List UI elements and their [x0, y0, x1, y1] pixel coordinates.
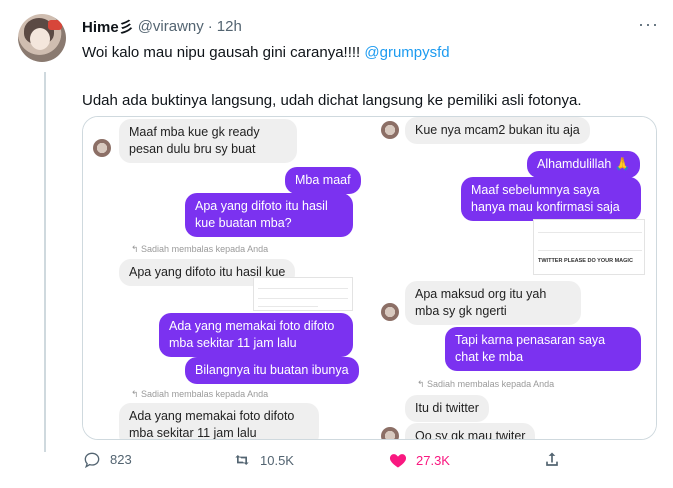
share-icon [546, 452, 558, 466]
retweet-icon [235, 455, 249, 465]
reply-note: ↰ Sadiah membalas kepada Anda [131, 244, 269, 254]
tweet-header: Hime彡 @virawny · 12h [82, 16, 242, 36]
thread-line [44, 72, 46, 452]
more-options-icon[interactable]: ··· [638, 14, 659, 35]
screenshot-caption: TWITTER PLEASE DO YOUR MAGIC [538, 258, 633, 264]
heart-icon [389, 454, 407, 468]
chat-avatar [381, 427, 399, 439]
tweet-actions: 823 10.5K 27.3K [82, 444, 582, 484]
chat-message: Itu di twitter [405, 395, 489, 422]
tweet-time[interactable]: 12h [217, 18, 242, 35]
avatar-face [30, 28, 50, 50]
author-name[interactable]: Hime彡 [82, 16, 134, 37]
media-attachment[interactable]: Maaf mba kue gk ready pesan dulu bru sy … [82, 116, 657, 440]
chat-screenshot-left: Maaf mba kue gk ready pesan dulu bru sy … [83, 117, 373, 439]
chat-message: Mba maaf [285, 167, 361, 194]
like-button[interactable]: 27.3K [388, 450, 450, 470]
reply-icon [84, 452, 100, 469]
embedded-screenshot [253, 277, 353, 311]
avatar-bow [48, 20, 62, 30]
chat-message: Maaf sebelumnya saya hanya mau konfirmas… [461, 177, 641, 221]
embedded-screenshot: TWITTER PLEASE DO YOUR MAGIC [533, 219, 645, 275]
chat-message: Apa maksud org itu yah mba sy gk ngerti [405, 281, 581, 325]
tweet-text: Woi kalo mau nipu gausah gini caranya!!!… [82, 44, 365, 61]
like-count: 27.3K [416, 452, 450, 468]
chat-message: Ada yang memakai foto difoto mba sekitar… [119, 403, 319, 439]
author-avatar[interactable] [18, 14, 66, 62]
chat-avatar [381, 121, 399, 139]
reply-note: ↰ Sadiah membalas kepada Anda [131, 389, 269, 399]
chat-message: Ada yang memakai foto difoto mba sekitar… [159, 313, 353, 357]
retweet-button[interactable]: 10.5K [232, 450, 294, 470]
separator-dot: · [207, 17, 213, 35]
chat-message: Oo sy gk mau twiter [405, 423, 536, 439]
share-button[interactable] [542, 450, 570, 470]
author-handle[interactable]: @virawny [138, 18, 204, 35]
reply-button[interactable]: 823 [82, 450, 132, 470]
chat-message: Kue nya mcam2 bukan itu aja [405, 117, 590, 144]
chat-message: Bilangnya itu buatan ibunya [185, 357, 359, 384]
chat-avatar [93, 139, 111, 157]
chat-message: Apa yang difoto itu hasil kue buatan mba… [185, 193, 353, 237]
chat-message: Alhamdulillah 🙏 [527, 151, 641, 178]
reply-note: ↰ Sadiah membalas kepada Anda [417, 379, 555, 389]
tweet-text-line2: Udah ada buktinya langsung, udah dichat … [82, 92, 582, 109]
chat-avatar [381, 303, 399, 321]
chat-message: Maaf mba kue gk ready pesan dulu bru sy … [119, 119, 297, 163]
chat-message: Tapi karna penasaran saya chat ke mba [445, 327, 641, 371]
retweet-count: 10.5K [260, 452, 294, 468]
reply-count: 823 [110, 452, 132, 467]
chat-screenshot-right: Kue nya mcam2 bukan itu aja Alhamdulilla… [373, 117, 656, 439]
mention-link[interactable]: @grumpysfd [364, 44, 449, 61]
tweet-text-line1: Woi kalo mau nipu gausah gini caranya!!!… [82, 44, 450, 61]
